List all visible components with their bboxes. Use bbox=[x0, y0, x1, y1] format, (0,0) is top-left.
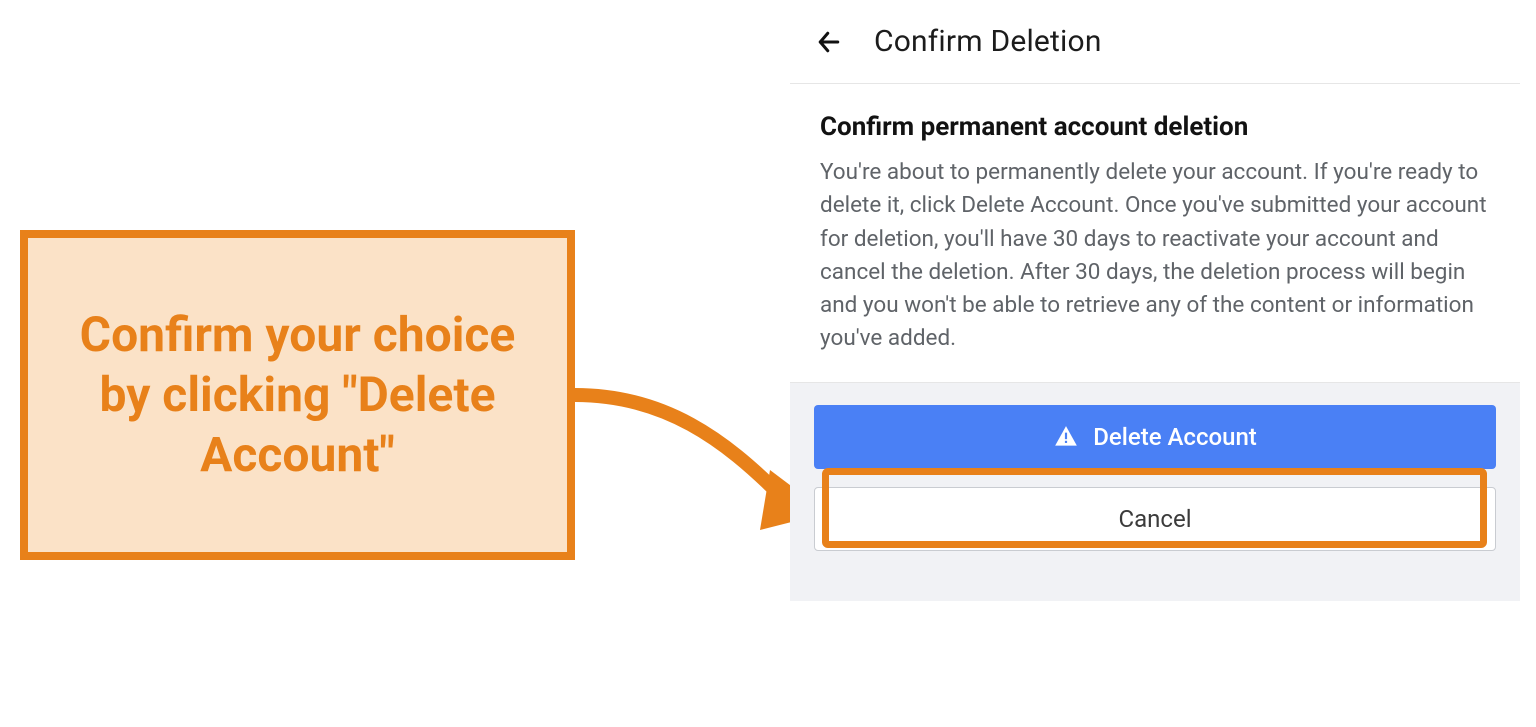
delete-account-button[interactable]: Delete Account bbox=[814, 405, 1496, 469]
instruction-text: Confirm your choice by clicking "Delete … bbox=[58, 305, 537, 485]
dialog-header: Confirm Deletion bbox=[790, 0, 1520, 84]
confirm-deletion-dialog: Confirm Deletion Confirm permanent accou… bbox=[790, 0, 1520, 601]
dialog-body: Confirm permanent account deletion You'r… bbox=[790, 84, 1520, 382]
dialog-title: Confirm Deletion bbox=[874, 24, 1102, 59]
instruction-callout: Confirm your choice by clicking "Delete … bbox=[20, 230, 575, 560]
cancel-label: Cancel bbox=[1118, 505, 1191, 533]
warning-icon bbox=[1053, 424, 1079, 450]
body-text: You're about to permanently delete your … bbox=[820, 156, 1490, 356]
dialog-actions: Delete Account Cancel bbox=[790, 382, 1520, 601]
delete-account-label: Delete Account bbox=[1093, 423, 1257, 451]
arrow-left-icon bbox=[814, 27, 844, 57]
body-heading: Confirm permanent account deletion bbox=[820, 112, 1490, 142]
cancel-button[interactable]: Cancel bbox=[814, 487, 1496, 551]
back-button[interactable] bbox=[812, 25, 846, 59]
